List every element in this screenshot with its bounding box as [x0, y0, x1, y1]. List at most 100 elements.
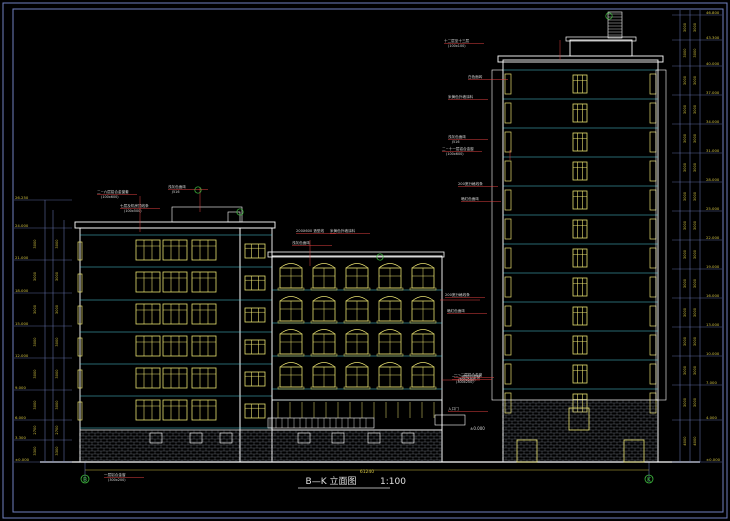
right-dim-label: 3000	[683, 75, 687, 85]
right-dim-label: 3000	[683, 48, 687, 58]
right-dim-label-outer: 3000	[693, 48, 697, 58]
left-dim-label-outer: 3000	[33, 400, 37, 410]
annotation-subtext: J516	[171, 190, 179, 194]
annotation-subtext: (100x600)	[101, 195, 119, 199]
left-dim-label-outer: 3000	[33, 337, 37, 347]
annotation-text: 十二层至十三层	[444, 38, 470, 43]
left-dim-label-outer: 3000	[33, 239, 37, 249]
ground-note: ±0.000	[470, 426, 485, 431]
right-dim-label: 3000	[683, 22, 687, 32]
right-dim-label: 3000	[683, 220, 687, 230]
right-dim-label-outer: 3000	[693, 278, 697, 288]
right-level-label: ±0.000	[706, 457, 721, 462]
annotation-text: 七层及机房顶线条	[120, 203, 149, 208]
left-dim-label-outer: 2700	[33, 425, 37, 435]
right-dim-label-outer: 3000	[693, 397, 697, 407]
right-dim-label: 4000	[683, 436, 687, 446]
left-level-label: ±0.000	[15, 457, 30, 462]
left-level-label: 12.000	[15, 353, 29, 358]
left-dim-label: 3000	[55, 337, 59, 347]
right-dim-label: 3000	[683, 336, 687, 346]
right-dim-label: 3000	[683, 191, 687, 201]
left-dim-label: 3000	[55, 304, 59, 314]
right-dim-label: 3000	[683, 162, 687, 172]
drawing-background	[0, 0, 730, 521]
right-dim-label-outer: 3000	[693, 104, 697, 114]
right-level-label: 37.000	[706, 90, 720, 95]
annotation-text: 一~二层铝合金窗	[454, 372, 483, 377]
drawing-scale: 1:100	[380, 477, 406, 487]
left-dim-label-outer: 3000	[33, 369, 37, 379]
left-dim-label: 3000	[55, 369, 59, 379]
grid-label-start: B	[83, 477, 87, 484]
annotation-text: 白色面砖	[468, 74, 483, 79]
right-level-label: 31.000	[706, 148, 720, 153]
right-dim-label-outer: 3000	[693, 365, 697, 375]
right-dim-label-outer: 3000	[693, 336, 697, 346]
annotation-subtext: (100x100)	[448, 44, 466, 48]
right-dim-label-outer: 4000	[693, 436, 697, 446]
right-level-label: 28.000	[706, 177, 720, 182]
right-level-label: 43.300	[706, 35, 720, 40]
right-dim-label-outer: 3000	[693, 220, 697, 230]
right-level-label: 34.000	[706, 119, 720, 124]
right-level-label: 13.000	[706, 322, 720, 327]
right-dim-label-outer: 3000	[693, 191, 697, 201]
annotation-text: 暗红色面砖	[461, 196, 479, 201]
right-dim-label: 3000	[683, 249, 687, 259]
left-dim-label: 3000	[55, 400, 59, 410]
right-dim-label: 3000	[683, 104, 687, 114]
right-dim-label-outer: 3000	[693, 162, 697, 172]
annotation-text: 二~十一层铝合金窗	[442, 146, 474, 151]
annotation-text: 米黄色外墙涂料	[448, 94, 474, 99]
right-level-label: 25.000	[706, 206, 720, 211]
left-dim-label: 3000	[55, 239, 59, 249]
right-dim-label: 3000	[683, 365, 687, 375]
right-level-label: 19.000	[706, 264, 720, 269]
annotation-text: 浅灰色面砖	[448, 134, 466, 139]
annotation-text: 浅灰色面砖	[168, 184, 186, 189]
right-level-label: 46.800	[706, 10, 720, 15]
left-level-label: 21.000	[15, 255, 29, 260]
right-level-label: 4.000	[706, 415, 717, 420]
annotation-text: 一层铝合金窗	[104, 472, 126, 477]
annotation-text: 米黄色外墙涂料	[330, 228, 356, 233]
right-dim-label: 3000	[683, 278, 687, 288]
left-level-label: 9.000	[15, 385, 26, 390]
right-dim-label: 3000	[683, 307, 687, 317]
left-level-label: 15.000	[15, 321, 29, 326]
left-dim-label-outer: 3300	[33, 446, 37, 456]
right-dim-label-outer: 3000	[693, 249, 697, 259]
right-dim-label-outer: 3000	[693, 75, 697, 85]
right-dim-label-outer: 3000	[693, 22, 697, 32]
annotation-text: 暗红色面砖	[447, 308, 465, 313]
annotation-subtext: (300x200)	[108, 478, 126, 482]
left-level-label: 3.300	[15, 435, 26, 440]
annotation-text: 200宽分格线条	[445, 292, 470, 297]
left-dim-label: 3300	[55, 446, 59, 456]
annotation-subtext: (100x500)	[124, 209, 142, 213]
annotation-text: 200宽分格线条	[458, 181, 483, 186]
left-level-label: 24.000	[15, 223, 29, 228]
right-dim-label: 3000	[683, 133, 687, 143]
annotation-subtext: J516	[451, 140, 459, 144]
drawing-title: B—K 立面图	[306, 475, 357, 487]
right-dim-label-outer: 3000	[693, 133, 697, 143]
right-level-label: 40.000	[706, 61, 720, 66]
annotation-text: 浅灰色面砖	[292, 240, 310, 245]
left-level-label: 26.250	[15, 195, 29, 200]
elevation-drawing: 26.250 24.000 21.000 18.000 15.000 12.000 9.00…	[0, 0, 730, 521]
right-level-label: 22.000	[706, 235, 720, 240]
annotation-text: 200X600 造型线	[296, 228, 325, 233]
left-dim-label: 3000	[55, 271, 59, 281]
total-dimension: 61240	[360, 469, 374, 475]
annotation-subtext: (100x600)	[446, 152, 464, 156]
right-dim-label-outer: 3000	[693, 307, 697, 317]
right-level-label: 7.000	[706, 380, 717, 385]
left-dim-label-outer: 3000	[33, 304, 37, 314]
left-level-label: 18.000	[15, 288, 29, 293]
annotation-text: 入口门	[448, 406, 459, 411]
left-dim-label-outer: 3000	[33, 271, 37, 281]
left-dim-label: 2700	[55, 425, 59, 435]
right-dim-label: 3000	[683, 397, 687, 407]
